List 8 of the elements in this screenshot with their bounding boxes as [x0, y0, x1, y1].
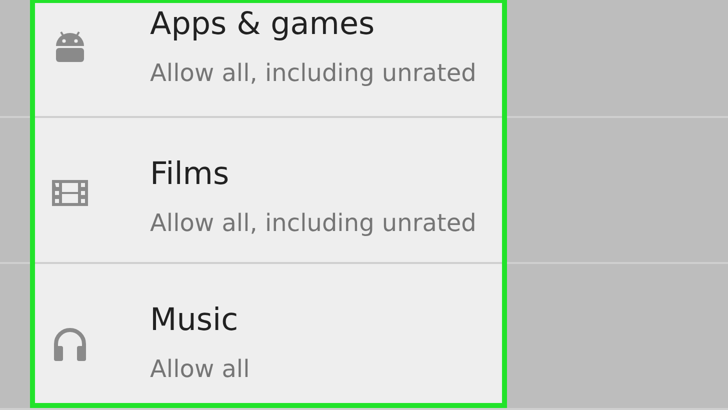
- film-icon: [52, 180, 88, 206]
- setting-title[interactable]: Films: [150, 154, 476, 194]
- headphones-icon: [52, 326, 88, 362]
- setting-value: Allow all, including unrated: [150, 208, 476, 239]
- setting-value: Allow all: [150, 354, 250, 385]
- setting-title[interactable]: Music: [150, 300, 250, 340]
- setting-title[interactable]: Apps & games: [150, 4, 476, 44]
- setting-value: Allow all, including unrated: [150, 58, 476, 89]
